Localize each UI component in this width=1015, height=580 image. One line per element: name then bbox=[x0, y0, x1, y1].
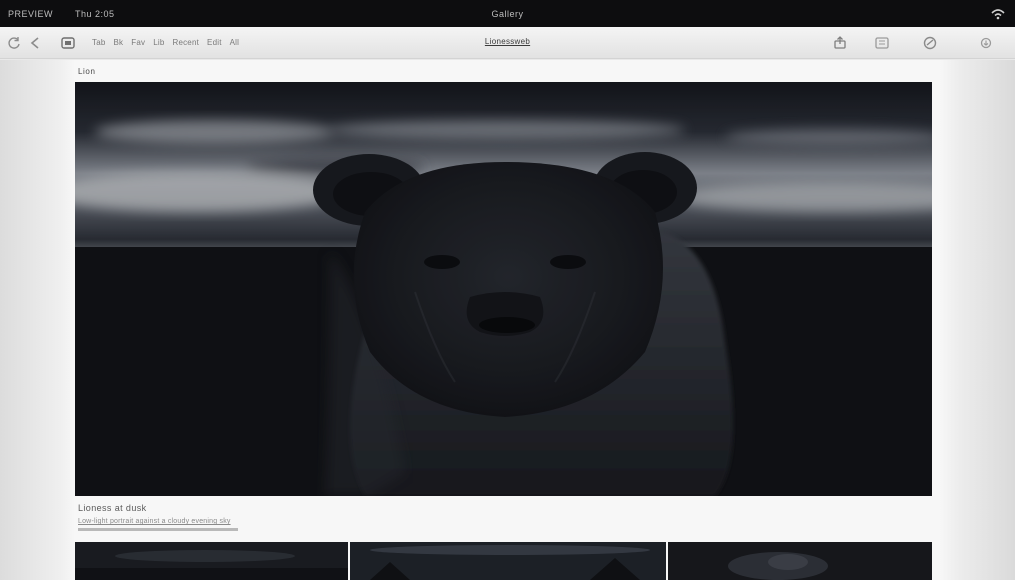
back-icon bbox=[30, 37, 39, 49]
tabs-button[interactable] bbox=[60, 35, 76, 51]
tab-icon bbox=[61, 37, 75, 49]
bookmark-button[interactable] bbox=[874, 35, 890, 51]
image-description: Low-light portrait against a cloudy even… bbox=[78, 518, 231, 525]
thumbnail-2[interactable] bbox=[350, 542, 666, 580]
toolbar-link-fav[interactable]: Fav bbox=[131, 38, 145, 47]
thumbnail-1[interactable] bbox=[75, 542, 348, 580]
download-button[interactable] bbox=[978, 35, 994, 51]
download-icon bbox=[980, 37, 992, 49]
toolbar-link-bk[interactable]: Bk bbox=[114, 38, 124, 47]
toolbar-link-edit[interactable]: Edit bbox=[207, 38, 222, 47]
lioness-photo bbox=[75, 82, 932, 496]
thumbnail-image-3 bbox=[668, 542, 932, 580]
section-label: Lion bbox=[78, 67, 96, 76]
share-icon bbox=[834, 36, 846, 49]
hero-image[interactable] bbox=[75, 82, 932, 496]
wifi-icon bbox=[991, 9, 1005, 20]
toolbar-link-tab[interactable]: Tab bbox=[92, 38, 106, 47]
back-button[interactable] bbox=[28, 35, 44, 51]
settings-icon bbox=[923, 36, 937, 50]
toolbar-links: Tab Bk Fav Lib Recent Edit All bbox=[92, 38, 239, 47]
thumbnail-3[interactable] bbox=[668, 542, 932, 580]
page-content: Lion Lioness at dusk Low-light portrait … bbox=[0, 60, 1015, 580]
settings-button[interactable] bbox=[922, 35, 938, 51]
image-caption: Lioness at dusk bbox=[78, 503, 147, 513]
reload-button[interactable] bbox=[6, 35, 22, 51]
bookmark-icon bbox=[875, 37, 889, 49]
description-underline bbox=[78, 528, 238, 531]
toolbar-link-all[interactable]: All bbox=[230, 38, 240, 47]
refresh-icon bbox=[8, 37, 20, 49]
thumbnail-image-1 bbox=[75, 542, 348, 580]
status-title: Gallery bbox=[491, 9, 524, 19]
thumbnail-image-2 bbox=[350, 542, 666, 580]
status-bar: PREVIEW Thu 2:05 Gallery bbox=[0, 0, 1015, 27]
browser-toolbar: Tab Bk Fav Lib Recent Edit All Lionesswe… bbox=[0, 27, 1015, 59]
toolbar-link-lib[interactable]: Lib bbox=[153, 38, 164, 47]
thumbnail-strip bbox=[75, 542, 932, 580]
share-button[interactable] bbox=[832, 35, 848, 51]
page-title[interactable]: Lionessweb bbox=[485, 37, 530, 46]
toolbar-link-recent[interactable]: Recent bbox=[172, 38, 199, 47]
